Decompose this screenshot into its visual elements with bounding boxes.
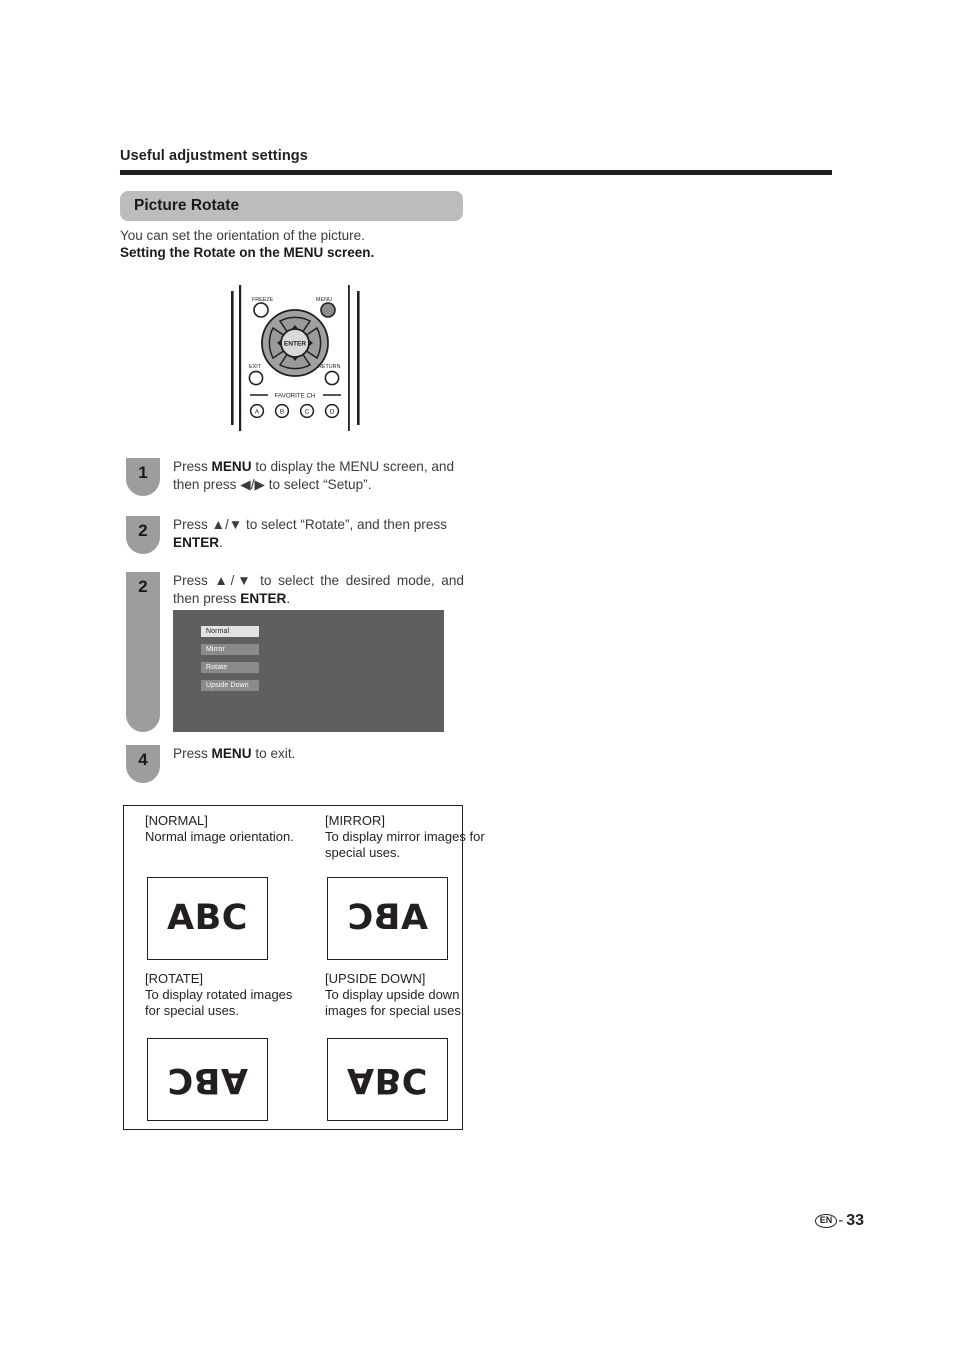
freeze-button <box>253 302 269 318</box>
section-intro: You can set the orientation of the pictu… <box>120 227 620 261</box>
footer-dash: - <box>838 1212 844 1229</box>
orientation-sample-box-upside-down: ABC <box>327 1038 448 1121</box>
page-footer: EN -33 <box>0 1212 954 1230</box>
orientation-cell-normal-title: [NORMAL] <box>145 813 208 828</box>
orientation-cell-mirror-description: To display mirror images for special use… <box>325 829 485 861</box>
remote-edge-line-inner-left <box>239 285 242 431</box>
osd-item-mirror[interactable]: Mirror <box>201 644 259 655</box>
orientation-sample-box-rotate: ABC <box>147 1038 268 1121</box>
favorite-button-a-label: A <box>255 408 260 415</box>
step-1-badge: 1 <box>126 458 160 496</box>
orientation-sample-text-rotate: ABC <box>167 1060 248 1100</box>
return-button-label: RETURN <box>318 364 341 370</box>
orientation-sample-box-normal: ABC <box>147 877 268 960</box>
orientation-cell-rotate: [ROTATE] To display rotated images for s… <box>145 971 305 1121</box>
osd-item-rotate[interactable]: Rotate <box>201 662 259 673</box>
favorite-ch-label: FAVORITE CH <box>275 393 316 400</box>
page-number: 33 <box>846 1212 864 1229</box>
step-2-text: Press ▲/▼ to select “Rotate”, and then p… <box>173 517 447 550</box>
header-divider <box>120 170 832 175</box>
orientation-cell-mirror-title: [MIRROR] <box>325 813 385 828</box>
favorite-button-d-label: D <box>330 408 335 415</box>
orientation-sample-text-upside-down: ABC <box>347 1060 428 1100</box>
step-2-badge: 2 <box>126 516 160 554</box>
remote-edge-line-inner-right <box>348 285 350 431</box>
osd-menu-screenshot: Normal Mirror Rotate Upside Down <box>173 610 444 732</box>
orientation-cell-upside-down-description: To display upside down images for specia… <box>325 987 465 1019</box>
orientation-cell-rotate-description: To display rotated images for special us… <box>145 987 293 1019</box>
remote-control-illustration: FREEZE MENU ENTER EXIT RETURN FAVORITE C… <box>231 285 360 431</box>
step-4-text: Press MENU to exit. <box>173 746 296 761</box>
intro-line-1: You can set the orientation of the pictu… <box>120 228 365 243</box>
step-1-text: Press MENU to display the MENU screen, a… <box>173 459 455 492</box>
orientation-sample-box-mirror: ABC <box>327 877 448 960</box>
orientation-cell-rotate-title: [ROTATE] <box>145 971 204 986</box>
remote-edge-line-outer-right <box>357 291 360 425</box>
exit-button-label: EXIT <box>249 364 262 370</box>
intro-line-2: Setting the Rotate on the MENU screen. <box>120 245 375 260</box>
step-3-text: Press ▲/▼ to select the desired mode, an… <box>173 573 464 606</box>
orientation-table: [NORMAL] Normal image orientation. ABC [… <box>123 805 485 1130</box>
language-badge: EN <box>814 1214 838 1228</box>
orientation-cell-normal: [NORMAL] Normal image orientation. ABC <box>145 813 305 960</box>
orientation-cell-upside-down-title: [UPSIDE DOWN] <box>325 971 426 986</box>
orientation-sample-text-normal: ABC <box>167 898 248 938</box>
remote-control-figure: FREEZE MENU ENTER EXIT RETURN FAVORITE C… <box>230 285 376 431</box>
osd-item-normal[interactable]: Normal <box>201 626 259 637</box>
orientation-cell-upside-down: [UPSIDE DOWN] To display upside down ima… <box>325 971 485 1121</box>
osd-item-upside-down[interactable]: Upside Down <box>201 680 259 691</box>
step-4-badge: 4 <box>126 745 160 783</box>
page-header: Useful adjustment settings <box>120 148 832 164</box>
exit-button <box>248 370 264 386</box>
orientation-cell-mirror: [MIRROR] To display mirror images for sp… <box>325 813 485 960</box>
menu-button-label: MENU <box>316 297 332 303</box>
favorite-button-b-label: B <box>280 408 284 415</box>
favorite-button-c-label: C <box>305 408 310 415</box>
enter-button-label: ENTER <box>284 341 307 348</box>
orientation-sample-text-mirror: ABC <box>347 898 428 938</box>
section-title-label: Picture Rotate <box>134 197 240 214</box>
remote-edge-line-outer-left <box>231 291 234 425</box>
return-button <box>324 370 340 386</box>
menu-button <box>320 302 336 318</box>
step-3-badge: 2 <box>126 572 160 732</box>
page-title: Useful adjustment settings <box>120 148 308 164</box>
freeze-button-label: FREEZE <box>252 297 274 303</box>
orientation-cell-normal-description: Normal image orientation. <box>145 829 294 845</box>
section-title-bar: Picture Rotate <box>120 191 463 221</box>
